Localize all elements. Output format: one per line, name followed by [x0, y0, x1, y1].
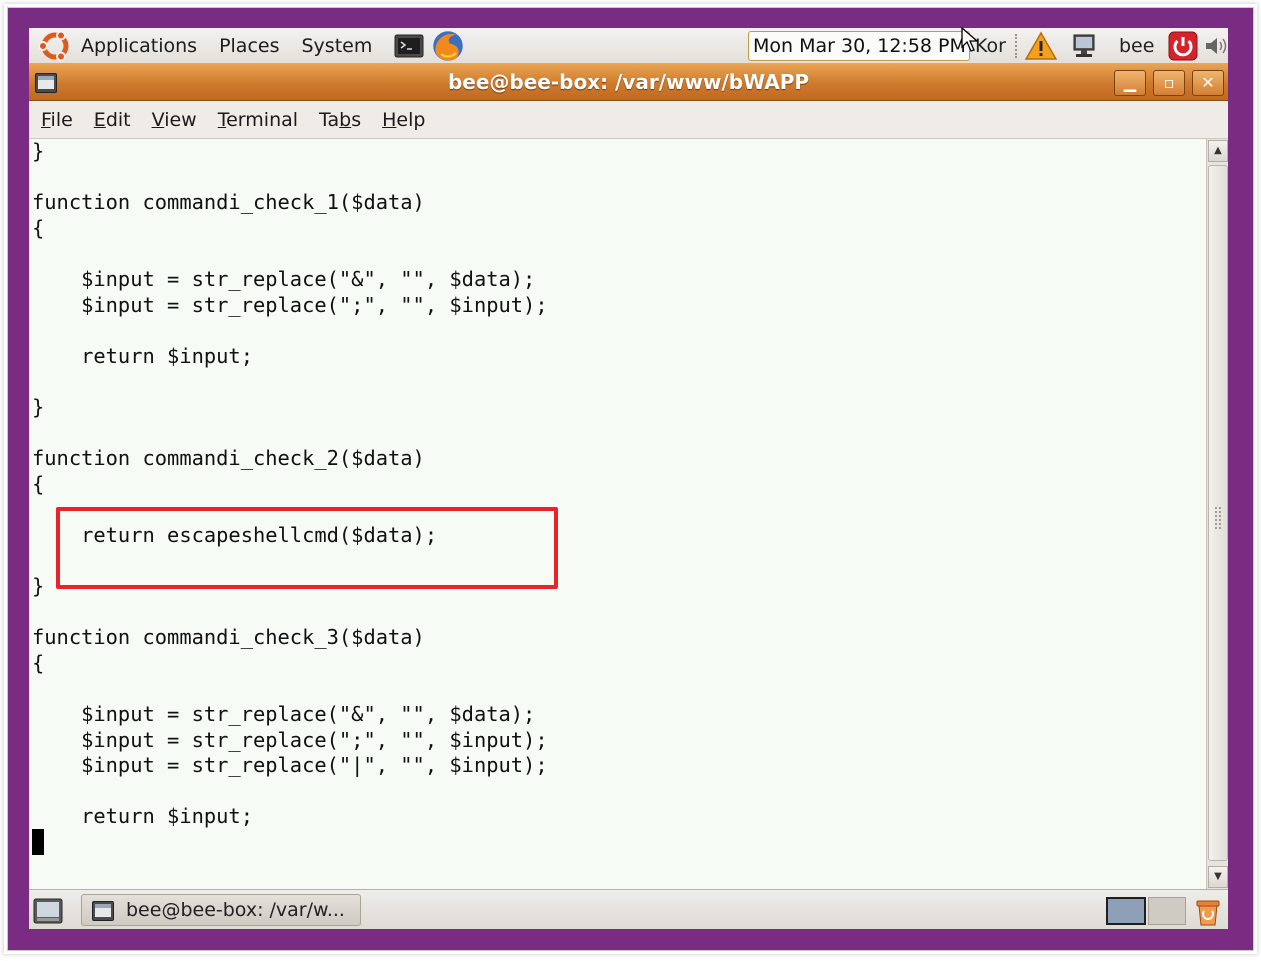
menu-terminal-label: erminal [226, 108, 299, 131]
menu-terminal-mnemonic: T [217, 108, 227, 131]
show-desktop-icon[interactable] [33, 897, 63, 925]
taskbar-label: bee@bee-box: /var/w... [126, 899, 345, 921]
scroll-grip [1214, 506, 1222, 530]
terminal-line: } [32, 139, 45, 163]
workspace-1[interactable] [1106, 897, 1146, 925]
terminal-line: { [32, 650, 45, 675]
terminal-line: $input = str_replace(";", "", $input); [32, 292, 548, 317]
menu-file-label: ile [50, 108, 73, 131]
menu-help[interactable]: Help [382, 109, 425, 131]
terminal-cursor [32, 829, 44, 855]
scroll-down-button[interactable]: ▼ [1208, 866, 1228, 888]
system-menu[interactable]: System [301, 35, 372, 57]
maximize-icon: ▫ [1163, 73, 1175, 92]
close-icon: ✕ [1201, 73, 1215, 92]
ubuntu-logo-icon[interactable] [37, 28, 73, 64]
scroll-thumb[interactable] [1208, 165, 1228, 861]
terminal-launcher-icon[interactable] [394, 31, 424, 61]
terminal-line: function commandi_check_3($data) [32, 625, 425, 650]
firefox-launcher-icon[interactable] [430, 29, 466, 63]
maximize-button[interactable]: ▫ [1153, 70, 1185, 96]
terminal-line: function commandi_check_2($data) [32, 446, 425, 471]
menu-file[interactable]: File [41, 109, 73, 131]
menu-terminal[interactable]: Terminal [218, 109, 298, 131]
tray-separator [1015, 34, 1017, 58]
taskbar-terminal-button[interactable]: bee@bee-box: /var/w... [81, 894, 361, 926]
minimize-button[interactable]: ▁ [1114, 70, 1146, 96]
top-panel: Applications Places System Mon Mar 30, 1… [29, 28, 1228, 64]
power-icon[interactable] [1168, 31, 1198, 61]
clock[interactable]: Mon Mar 30, 12:58 PM [748, 31, 970, 61]
terminal-line: $input = str_replace(";", "", $input); [32, 727, 548, 752]
terminal-line: $input = str_replace("|", "", $input); [32, 753, 548, 778]
network-icon[interactable] [1070, 32, 1098, 60]
menu-view-mnemonic: V [151, 108, 165, 131]
terminal-text: } function commandi_check_1($data){ $inpu… [32, 139, 548, 856]
terminal-line: function commandi_check_1($data) [32, 190, 425, 215]
terminal-scrollbar[interactable]: ▲ ▼ [1206, 139, 1228, 889]
menubar: File Edit View Terminal Tabs Help [29, 101, 1228, 139]
warning-icon[interactable] [1025, 31, 1057, 61]
terminal-line: { [32, 471, 45, 496]
applications-menu[interactable]: Applications [81, 35, 197, 57]
terminal-line: { [32, 215, 45, 240]
mouse-pointer-icon [961, 27, 979, 52]
menu-tabs[interactable]: Tabs [319, 109, 361, 131]
arrow-down-icon: ▼ [1214, 871, 1222, 882]
menu-view-label: iew [164, 108, 197, 131]
highlight-annotation-box [56, 507, 558, 589]
window-title: bee@bee-box: /var/www/bWAPP [447, 70, 810, 94]
menu-edit-mnemonic: E [93, 108, 106, 131]
terminal-window-icon [92, 901, 114, 921]
bottom-panel: bee@bee-box: /var/w... [29, 889, 1228, 929]
workspace-2[interactable] [1148, 897, 1186, 925]
terminal-line: } [32, 394, 45, 419]
menu-tabs-prefix: Ta [319, 108, 340, 131]
menu-view[interactable]: View [152, 109, 197, 131]
menu-file-mnemonic: F [41, 108, 51, 131]
menu-help-mnemonic: H [382, 108, 397, 131]
menu-tabs-mnemonic: b [339, 108, 352, 131]
menu-edit-label: dit [105, 108, 131, 131]
close-button[interactable]: ✕ [1192, 70, 1224, 96]
trash-icon[interactable] [1194, 895, 1222, 927]
places-menu[interactable]: Places [219, 35, 279, 57]
menu-edit[interactable]: Edit [94, 109, 131, 131]
minimize-icon: ▁ [1123, 73, 1137, 92]
terminal-line: $input = str_replace("&", "", $data); [32, 702, 536, 727]
arrow-up-icon: ▲ [1214, 145, 1222, 156]
scroll-up-button[interactable]: ▲ [1208, 140, 1228, 162]
volume-icon[interactable] [1204, 34, 1228, 58]
terminal-line: $input = str_replace("&", "", $data); [32, 266, 536, 291]
user-switcher[interactable]: bee [1119, 28, 1154, 64]
terminal-output[interactable]: } function commandi_check_1($data){ $inpu… [29, 139, 1206, 889]
terminal-line: return $input; [32, 343, 253, 368]
window-titlebar[interactable]: bee@bee-box: /var/www/bWAPP ▁ ▫ ✕ [29, 64, 1228, 101]
menu-help-label: elp [396, 108, 426, 131]
menu-tabs-label: s [351, 108, 362, 131]
terminal-line: return $input; [32, 804, 253, 829]
